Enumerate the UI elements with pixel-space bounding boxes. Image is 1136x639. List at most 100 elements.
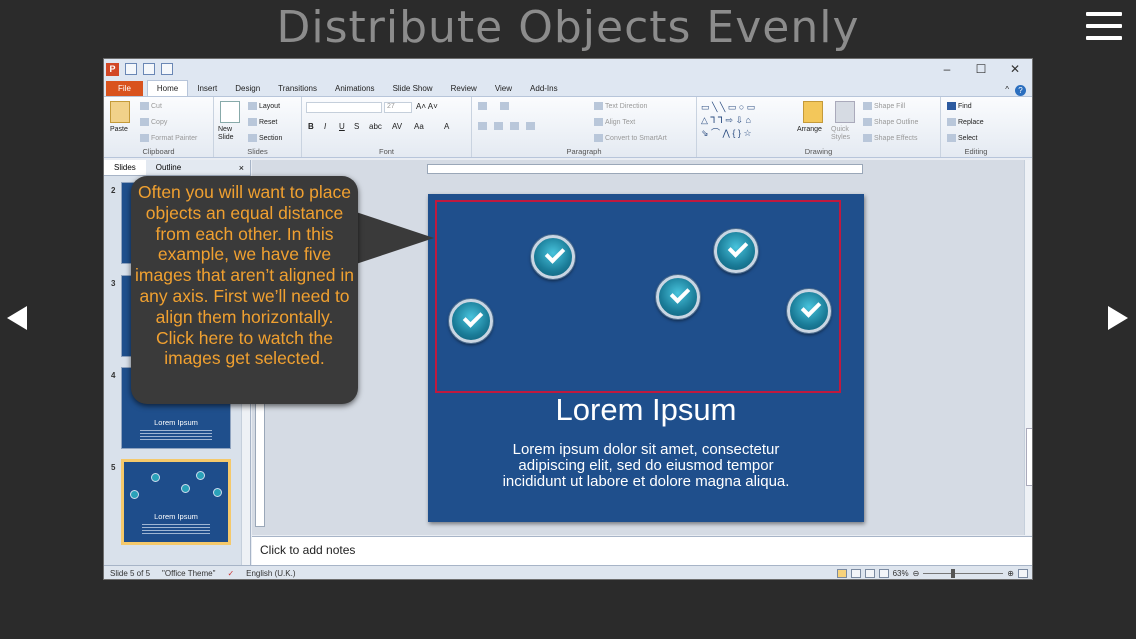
underline-button[interactable]: U (339, 122, 345, 131)
tab-review[interactable]: Review (442, 81, 486, 96)
arrange-icon[interactable] (803, 101, 823, 123)
save-icon[interactable] (125, 63, 137, 75)
reading-view-button[interactable] (864, 569, 875, 578)
maximize-button[interactable]: ☐ (964, 59, 998, 79)
slide-sorter-button[interactable] (850, 569, 861, 578)
tab-transitions[interactable]: Transitions (269, 81, 326, 96)
check-icon[interactable] (787, 289, 831, 333)
change-case-button[interactable]: Aa (414, 122, 424, 131)
tutorial-callout[interactable]: Often you will want to place objects an … (131, 176, 358, 404)
font-color-button[interactable]: A (444, 122, 449, 131)
fit-to-window-button[interactable] (1018, 569, 1028, 578)
zoom-level[interactable]: 63% (893, 569, 909, 578)
font-family-select[interactable] (306, 102, 382, 113)
normal-view-button[interactable] (836, 569, 847, 578)
paste-button[interactable]: Paste (110, 126, 128, 133)
layout-button[interactable]: Layout (248, 102, 280, 110)
close-button[interactable]: ✕ (998, 59, 1032, 79)
check-icon[interactable] (656, 275, 700, 319)
strikethrough-button[interactable]: abc (369, 122, 382, 131)
convert-smartart-label: Convert to SmartArt (605, 134, 667, 142)
align-center-icon (494, 122, 503, 130)
new-slide-button[interactable]: New Slide (218, 126, 248, 142)
align-center-button[interactable] (494, 122, 505, 130)
thumb-number: 3 (111, 279, 116, 288)
undo-icon[interactable] (143, 63, 155, 75)
numbering-button[interactable] (500, 102, 511, 110)
drawing-group-label: Drawing (804, 147, 833, 156)
pen-icon (863, 118, 872, 126)
copy-button[interactable]: Copy (140, 118, 167, 126)
align-left-button[interactable] (478, 122, 489, 130)
zoom-in-icon[interactable]: ⊕ (1007, 569, 1014, 578)
select-button[interactable]: Select (947, 134, 977, 142)
tab-add-ins[interactable]: Add-Ins (521, 81, 567, 96)
zoom-slider[interactable] (923, 569, 1004, 578)
thumb-number: 2 (111, 186, 116, 195)
italic-button[interactable]: I (324, 122, 326, 131)
previous-arrow-icon[interactable] (7, 306, 27, 330)
paste-icon[interactable] (110, 101, 130, 123)
replace-button[interactable]: Replace (947, 118, 984, 126)
tab-slide-show[interactable]: Slide Show (384, 81, 442, 96)
tab-design[interactable]: Design (226, 81, 269, 96)
text-direction-button[interactable]: Text Direction (594, 102, 647, 110)
slideshow-view-button[interactable] (878, 569, 889, 578)
redo-icon[interactable] (161, 63, 173, 75)
slide-body[interactable]: Lorem ipsum dolor sit amet, consectetur … (488, 442, 804, 490)
tab-insert[interactable]: Insert (188, 81, 226, 96)
check-icon[interactable] (531, 235, 575, 279)
align-text-button[interactable]: Align Text (594, 118, 635, 126)
help-icon[interactable]: ? (1015, 85, 1026, 96)
collapse-ribbon-icon[interactable]: ^ (1005, 85, 1009, 96)
format-painter-button[interactable]: Format Painter (140, 134, 197, 142)
slide-title[interactable]: Lorem Ipsum (428, 392, 864, 428)
close-panel-icon[interactable]: × (239, 163, 250, 173)
justify-button[interactable] (526, 122, 537, 130)
menu-icon[interactable] (1086, 12, 1122, 46)
tab-slides[interactable]: Slides (104, 160, 146, 175)
tab-outline[interactable]: Outline (146, 163, 191, 172)
language[interactable]: English (U.K.) (240, 569, 301, 578)
tab-animations[interactable]: Animations (326, 81, 384, 96)
thumb-number: 5 (111, 463, 116, 472)
check-icon[interactable] (449, 299, 493, 343)
zoom-out-icon[interactable]: ⊖ (913, 569, 920, 578)
reset-label: Reset (259, 118, 278, 126)
tab-view[interactable]: View (486, 81, 521, 96)
shape-outline-button[interactable]: Shape Outline (863, 118, 918, 126)
quick-styles-icon[interactable] (835, 101, 855, 123)
section-button[interactable]: Section (248, 134, 282, 142)
quick-styles-button[interactable]: Quick Styles (831, 126, 859, 142)
slide-thumbnail-5[interactable]: Lorem Ipsum (121, 459, 231, 545)
bullets-button[interactable] (478, 102, 489, 110)
format-painter-label: Format Painter (151, 134, 198, 142)
font-size-select[interactable]: 27 (384, 102, 412, 113)
bold-button[interactable]: B (308, 122, 314, 131)
scrollbar-thumb[interactable] (1026, 428, 1032, 486)
check-icon[interactable] (714, 229, 758, 273)
find-button[interactable]: Find (947, 102, 972, 110)
arrange-button[interactable]: Arrange (797, 126, 822, 133)
spellcheck-icon[interactable]: ✓ (221, 569, 240, 578)
tab-file[interactable]: File (106, 81, 143, 96)
cursor-icon (947, 134, 956, 142)
grow-font-button[interactable]: A˄ A˅ (416, 102, 438, 111)
shapes-gallery[interactable]: ▭ ╲ ╲ ▭ ○ ▭ △ ⅂ ⅂ ⇨ ⇩ ⌂ ⇘ ⌒ ⋀ { } ☆ (701, 101, 793, 141)
theme-name[interactable]: "Office Theme" (156, 569, 221, 578)
next-arrow-icon[interactable] (1108, 306, 1128, 330)
shape-effects-button[interactable]: Shape Effects (863, 134, 917, 142)
shadow-button[interactable]: S (354, 122, 359, 131)
vertical-scrollbar[interactable] (1024, 160, 1032, 535)
tab-home[interactable]: Home (146, 80, 189, 96)
convert-smartart-button[interactable]: Convert to SmartArt (594, 134, 667, 142)
new-slide-icon[interactable] (220, 101, 240, 123)
shape-fill-button[interactable]: Shape Fill (863, 102, 905, 110)
shape-fill-label: Shape Fill (874, 102, 906, 110)
minimize-button[interactable]: – (930, 59, 964, 79)
cut-button[interactable]: Cut (140, 102, 162, 110)
align-right-button[interactable] (510, 122, 521, 130)
char-spacing-button[interactable]: AV (392, 122, 402, 131)
reset-button[interactable]: Reset (248, 118, 277, 126)
notes-pane[interactable]: Click to add notes (252, 536, 1032, 565)
